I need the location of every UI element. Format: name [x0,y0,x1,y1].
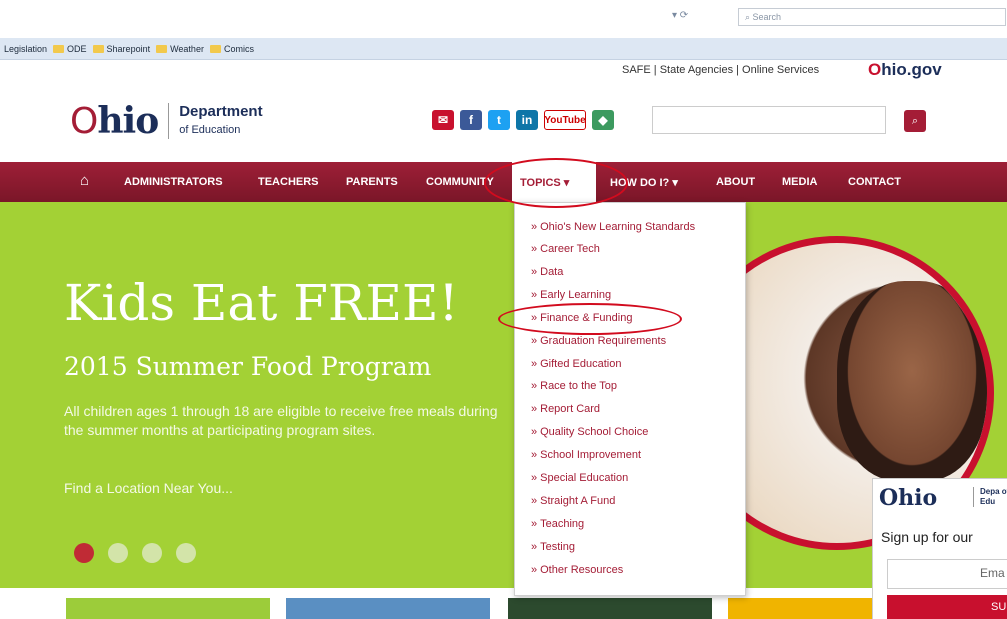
bookmark-label: Comics [223,43,254,54]
dropdown-item[interactable]: Report Card [531,403,600,415]
dropdown-item[interactable]: Teaching [531,518,584,530]
bookmark-label: Weather [170,43,204,54]
logo-dept-line1: Department [179,103,263,120]
widget-dept: Depa of Edu [973,487,1007,507]
dropdown-item[interactable]: Early Learning [531,289,611,301]
site-search-input[interactable] [652,106,886,134]
dropdown-item[interactable]: Ohio's New Learning Standards [531,221,695,233]
rss-icon[interactable]: ◆ [592,110,614,130]
ohio-gov-o: O [868,60,882,79]
bookmark-label: ODE [67,43,87,54]
dropdown-item[interactable]: Data [531,266,563,278]
nav-about[interactable]: ABOUT [716,176,755,188]
logo-department: Department of Education [179,103,262,139]
bookmark-ode[interactable]: ODE [53,44,87,54]
promo-tile[interactable] [66,598,270,619]
home-icon[interactable]: ⌂ [80,172,89,189]
widget-submit-button[interactable]: SU [887,595,1007,619]
child-photo [837,281,987,481]
carousel-dots [74,543,196,563]
refresh-icon[interactable]: ▾ ⟳ [672,10,688,21]
folder-icon [92,44,104,53]
widget-email-placeholder: Ema [980,566,1005,580]
utility-links-text[interactable]: SAFE | State Agencies | Online Services [622,64,819,76]
hero-description: All children ages 1 through 18 are eligi… [64,403,498,438]
carousel-dot[interactable] [74,543,94,563]
dropdown-item[interactable]: Straight A Fund [531,495,615,507]
facebook-icon[interactable]: f [460,110,482,130]
bookmark-label: Sharepoint [106,43,151,54]
dropdown-item[interactable]: Graduation Requirements [531,335,666,347]
dropdown-item[interactable]: Race to the Top [531,380,617,392]
ohio-gov-rest: hio.gov [881,60,942,79]
hero-subtitle: 2015 Summer Food Program [64,352,432,381]
bookmark-sharepoint[interactable]: Sharepoint [92,43,151,54]
ohio-gov-link[interactable]: Ohio.gov [868,60,942,80]
bookmark-comics[interactable]: Comics [209,43,254,54]
logo-o: O [70,101,98,142]
bookmark-label: Legislation [4,43,48,54]
bookmarks-bar: Legislation ODE Sharepoint Weather Comic… [0,38,1007,60]
topics-highlight-ellipse [484,158,628,208]
youtube-icon[interactable]: YouTube [544,110,586,130]
carousel-dot[interactable] [142,543,162,563]
site-search-button[interactable]: ⌕ [904,110,926,132]
utility-links: SAFE | State Agencies | Online Services … [622,60,942,79]
nav-contact[interactable]: CONTACT [848,176,901,188]
promo-tile[interactable] [508,598,712,619]
social-links: ✉ f t in YouTube ◆ [432,110,614,130]
finance-highlight-ellipse [498,303,682,335]
dropdown-item[interactable]: Testing [531,541,575,553]
browser-search-placeholder: Search [752,12,782,22]
widget-logo: Ohio [879,485,938,511]
nav-parents[interactable]: PARENTS [346,176,398,188]
linkedin-icon[interactable]: in [516,110,538,130]
folder-icon [209,44,221,53]
bookmark-weather[interactable]: Weather [156,44,204,54]
twitter-icon[interactable]: t [488,110,510,130]
hero-link[interactable]: Find a Location Near You... [64,480,233,496]
search-icon: ⌕ [911,114,919,127]
page: ▾ ⟳ ⌕ Search Legislation ODE Sharepoint … [0,0,1007,619]
folder-icon [156,44,168,53]
promo-tile[interactable] [728,598,878,619]
browser-toolbar: ▾ ⟳ ⌕ Search [0,0,1007,38]
dropdown-item[interactable]: Quality School Choice [531,426,648,438]
logo-dept-line2: of Education [179,124,241,136]
dropdown-item[interactable]: School Improvement [531,449,641,461]
bookmark-legislation[interactable]: Legislation [4,44,47,54]
topics-dropdown: Ohio's New Learning Standards Career Tec… [514,202,746,596]
logo-divider [168,103,170,139]
hero-title: Kids Eat FREE! [64,274,459,332]
logo-ohio: Ohio [70,100,159,142]
dropdown-item[interactable]: Other Resources [531,564,623,576]
dropdown-item[interactable]: Career Tech [531,243,600,255]
widget-email-input[interactable]: Ema [887,559,1007,589]
email-icon[interactable]: ✉ [432,110,454,130]
browser-search-input[interactable]: ⌕ Search [738,8,1006,26]
carousel-dot[interactable] [176,543,196,563]
youtube-label: YouTube [544,114,586,126]
promo-tile[interactable] [286,598,490,619]
widget-submit-label: SU [991,601,1007,613]
nav-media[interactable]: MEDIA [782,176,817,188]
carousel-dot[interactable] [108,543,128,563]
site-logo[interactable]: Ohio Department of Education [70,100,263,142]
search-icon: ⌕ [745,12,753,22]
logo-rest: hio [97,100,159,142]
nav-administrators[interactable]: ADMINISTRATORS [124,176,223,188]
dropdown-item[interactable]: Gifted Education [531,358,621,370]
folder-icon [53,44,65,53]
newsletter-widget: Ohio Depa of Edu Sign up for our Ema SU [872,478,1007,619]
nav-teachers[interactable]: TEACHERS [258,176,319,188]
dropdown-item[interactable]: Special Education [531,472,628,484]
widget-signup-text: Sign up for our [881,529,973,545]
